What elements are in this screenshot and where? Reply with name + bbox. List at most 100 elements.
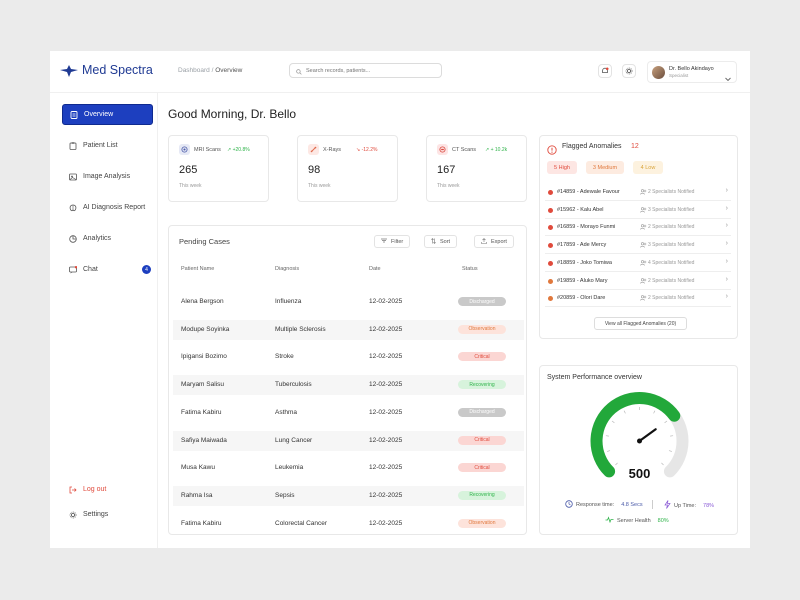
health-label: Server Health bbox=[617, 517, 651, 524]
chevron-right-icon[interactable]: › bbox=[726, 187, 728, 194]
response-label: Response time: bbox=[576, 502, 615, 508]
sort-button[interactable]: Sort bbox=[424, 235, 458, 248]
search-box[interactable] bbox=[289, 63, 442, 78]
cell-date: 12-02-2025 bbox=[369, 353, 403, 361]
breadcrumb-current: Overview bbox=[215, 67, 243, 74]
anomaly-row[interactable]: #15962 - Kalu Abel 3 Specialists Notified… bbox=[545, 202, 731, 219]
settings-label: Settings bbox=[83, 511, 109, 518]
sidebar-item-label: Analytics bbox=[83, 235, 112, 242]
table-row[interactable]: Modupe Soyinka Multiple Sclerosis 12-02-20… bbox=[173, 319, 524, 340]
app-name: Med Spectra bbox=[82, 63, 153, 77]
sidebar-item-label: Overview bbox=[84, 111, 114, 118]
stat-change-value: -12.2% bbox=[361, 147, 378, 153]
stat-card-mri[interactable]: MRI Scans ↗ +20.8% 265 This week bbox=[168, 135, 269, 202]
notification-button[interactable] bbox=[598, 64, 612, 78]
gauge-ticks bbox=[605, 407, 674, 466]
status-badge: Recovering bbox=[458, 380, 506, 390]
sidebar-item-label: Patient List bbox=[83, 142, 118, 149]
settings-shortcut-button[interactable] bbox=[622, 64, 636, 78]
export-button[interactable]: Export bbox=[474, 235, 514, 248]
chevron-right-icon[interactable]: › bbox=[726, 258, 728, 265]
logo[interactable]: Med Spectra bbox=[60, 63, 153, 77]
table-row[interactable]: Ipigansi Bozimo Stroke 12-02-2025 Critical bbox=[173, 347, 524, 367]
table-row[interactable]: Fatima Kabiru Colorectal Cancer 12-02-2025… bbox=[173, 514, 524, 534]
filter-tag-low[interactable]: 4 Low bbox=[633, 161, 663, 174]
chevron-right-icon[interactable]: › bbox=[726, 293, 728, 300]
stat-change: ↗ +20.8% bbox=[227, 147, 250, 153]
anomaly-patient: #20859 - Olori Dare bbox=[557, 295, 606, 302]
status-badge: Critical bbox=[458, 435, 506, 445]
sidebar-item-label: Chat bbox=[83, 266, 98, 273]
chevron-right-icon[interactable]: › bbox=[726, 240, 728, 247]
cell-diagnosis: Sepsis bbox=[275, 491, 295, 499]
table-row[interactable]: Maryam Salisu Tuberculosis 12-02-2025 Recov… bbox=[173, 375, 524, 396]
status-badge: Observation bbox=[458, 518, 506, 528]
flagged-anomalies-panel: Flagged Anomalies 12 5 High 3 Medium 4 L… bbox=[539, 135, 738, 339]
users-icon bbox=[640, 295, 647, 303]
table-row[interactable]: Alena Bergson Influenza 12-02-2025 Discharg… bbox=[173, 292, 524, 312]
stat-period: This week bbox=[308, 183, 331, 189]
gauge-value: 500 bbox=[628, 466, 651, 481]
anomaly-row[interactable]: #18859 - Joko Tomiwa 4 Specialists Notifi… bbox=[545, 255, 731, 272]
anomaly-note: 2 Specialists Notified bbox=[648, 189, 695, 195]
severity-dot bbox=[548, 190, 553, 195]
sidebar-item-image-analysis[interactable]: Image Analysis bbox=[62, 166, 153, 187]
table-row[interactable]: Rahma Isa Sepsis 12-02-2025 Recovering bbox=[173, 485, 524, 506]
page-title: Good Morning, Dr. Bello bbox=[168, 107, 297, 121]
filter-tag-medium[interactable]: 3 Medium bbox=[586, 161, 624, 174]
stat-card-ct[interactable]: CT Scans ↗ + 10.2k 167 This week bbox=[426, 135, 527, 202]
cell-name: Maryam Salisu bbox=[181, 381, 224, 389]
gear-icon bbox=[69, 511, 77, 519]
logout-icon bbox=[69, 486, 77, 494]
flagged-count: 12 bbox=[631, 143, 639, 150]
sort-icon bbox=[431, 237, 436, 246]
sidebar-item-chat[interactable]: Chat 4 bbox=[62, 259, 153, 280]
sidebar-item-analytics[interactable]: Analytics bbox=[62, 228, 153, 249]
table-row[interactable]: Fatima Kabiru Asthma 12-02-2025 Discharged bbox=[173, 403, 524, 423]
chevron-right-icon[interactable]: › bbox=[726, 276, 728, 283]
anomaly-row[interactable]: #17859 - Ade Mercy 3 Specialists Notified… bbox=[545, 237, 731, 255]
logout-button[interactable]: Log out bbox=[62, 479, 153, 500]
stat-value: 265 bbox=[179, 164, 198, 176]
uptime: Up Time: 78% bbox=[664, 500, 714, 511]
table-row[interactable]: Musa Kawu Leukemia 12-02-2025 Critical bbox=[173, 458, 524, 478]
anomaly-row[interactable]: #14859 - Adewale Favour 2 Specialists Not… bbox=[545, 184, 731, 201]
anomaly-row[interactable]: #20859 - Olori Dare 2 Specialists Notifie… bbox=[545, 290, 731, 308]
export-label: Export bbox=[491, 238, 507, 245]
sidebar-item-ai-diagnosis-report[interactable]: AI Diagnosis Report bbox=[62, 197, 153, 218]
sidebar-item-overview[interactable]: Overview bbox=[62, 104, 153, 125]
cell-name: Safiya Maiwada bbox=[181, 436, 227, 444]
anomaly-row[interactable]: #19859 - Aluko Mary 2 Specialists Notifie… bbox=[545, 273, 731, 290]
cell-date: 12-02-2025 bbox=[369, 325, 403, 333]
status-badge: Critical bbox=[458, 463, 506, 473]
chevron-right-icon[interactable]: › bbox=[726, 222, 728, 229]
anomaly-patient: #14859 - Adewale Favour bbox=[557, 189, 620, 195]
view-all-button[interactable]: View all Flagged Anomalies (20) bbox=[594, 317, 687, 330]
sidebar-item-patient-list[interactable]: Patient List bbox=[62, 135, 153, 156]
filter-tag-high[interactable]: 5 High bbox=[547, 161, 577, 174]
status-badge: Recovering bbox=[458, 490, 506, 500]
user-menu[interactable]: Dr. Bello Akindayo Specialist bbox=[647, 61, 737, 83]
chevron-right-icon[interactable]: › bbox=[726, 205, 728, 212]
filter-button[interactable]: Filter bbox=[374, 235, 411, 248]
cell-diagnosis: Colorectal Cancer bbox=[275, 519, 328, 527]
breadcrumb-root[interactable]: Dashboard bbox=[178, 67, 210, 74]
search-input[interactable] bbox=[306, 67, 436, 74]
settings-button[interactable]: Settings bbox=[62, 504, 153, 525]
table-row[interactable]: Safiya Maiwada Lung Cancer 12-02-2025 Criti… bbox=[173, 430, 524, 451]
stat-value: 98 bbox=[308, 164, 321, 176]
performance-gauge bbox=[590, 392, 689, 478]
user-role: Specialist bbox=[669, 72, 689, 78]
severity-dot bbox=[548, 207, 553, 213]
cell-name: Musa Kawu bbox=[181, 464, 215, 472]
perf-title: System Performance overview bbox=[547, 374, 642, 381]
anomaly-row[interactable]: #16859 - Morayo Funmi 2 Specialists Notif… bbox=[545, 219, 731, 237]
stat-period: This week bbox=[437, 183, 460, 189]
avatar bbox=[652, 65, 665, 79]
cell-name: Ipigansi Bozimo bbox=[181, 353, 227, 361]
uptime-value: 78% bbox=[703, 502, 715, 509]
ct-scan-icon bbox=[437, 144, 448, 155]
cell-date: 12-02-2025 bbox=[369, 408, 403, 416]
stat-card-xrays[interactable]: X-Rays ↘ -12.2% 98 This week bbox=[297, 135, 398, 202]
image-icon bbox=[69, 173, 77, 181]
